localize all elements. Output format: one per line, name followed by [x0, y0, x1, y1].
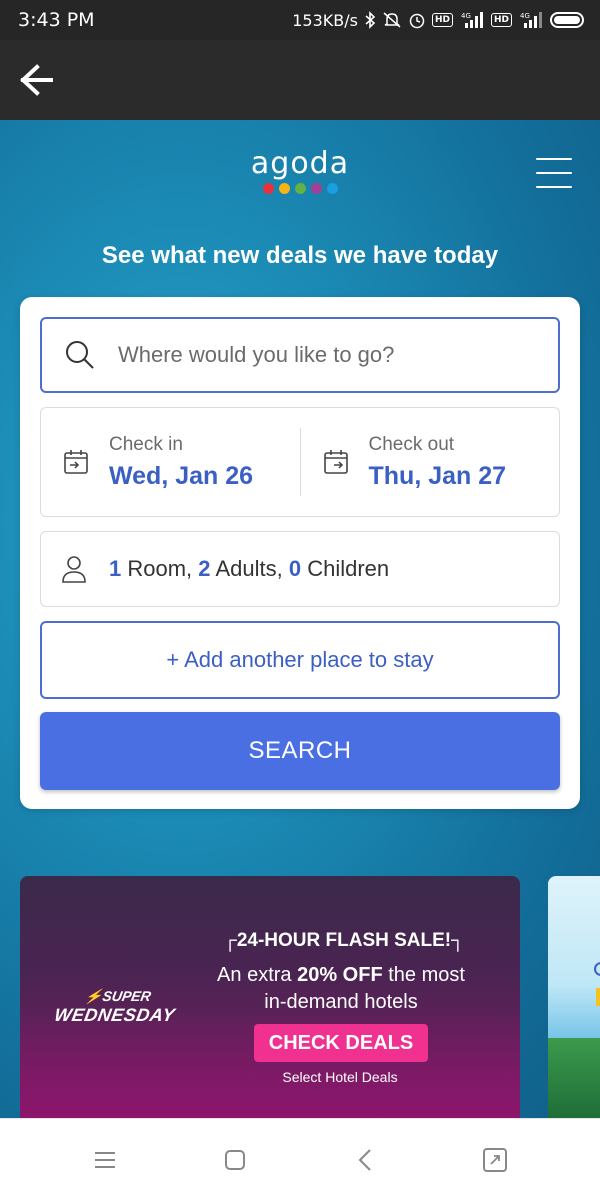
menu-lines-icon — [95, 1151, 115, 1168]
discount-text: 20% OFF — [297, 964, 383, 986]
rooms-label: Room, — [127, 556, 193, 581]
hamburger-menu-icon[interactable] — [536, 158, 572, 188]
search-card: Where would you like to go? Check in Wed… — [20, 297, 580, 809]
home-nav-button[interactable] — [205, 1130, 265, 1190]
hd-icon: HD — [431, 13, 453, 27]
arrow-left-icon — [20, 64, 53, 96]
system-nav-bar — [0, 1118, 600, 1200]
network-speed: 153KB/s — [292, 10, 358, 30]
check-out-label: Check out — [368, 433, 455, 455]
signal-4g-icon: 4G — [459, 11, 485, 29]
flash-sale-title: 24-HOUR FLASH SALE! — [236, 930, 452, 951]
adults-count: 2 — [198, 556, 211, 581]
flash-sale-headline: ┌24-HOUR FLASH SALE!┐ — [223, 930, 465, 951]
occupancy-selector[interactable]: 1 Room, 2 Adults, 0 Children — [40, 531, 560, 607]
description-part: An extra — [217, 964, 298, 986]
hd-icon: HD — [490, 13, 512, 27]
search-button[interactable]: SEARCH — [40, 712, 560, 790]
home-square-icon — [225, 1149, 245, 1170]
svg-text:4G: 4G — [520, 12, 530, 20]
agoda-logo[interactable]: agoda — [0, 146, 600, 194]
search-placeholder: Where would you like to go? — [118, 342, 395, 367]
occupancy-text: 1 Room, 2 Adults, 0 Children — [109, 556, 389, 582]
person-icon — [62, 556, 86, 583]
select-hotel-deals-text: Select Hotel Deals — [282, 1069, 398, 1085]
add-another-place-button[interactable]: + Add another place to stay — [40, 621, 560, 699]
back-nav-button[interactable] — [335, 1130, 395, 1190]
status-bar: 3:43 PM 153KB/s HD 4G HD 4G — [0, 0, 600, 40]
back-chevron-icon — [358, 1148, 371, 1171]
check-in-label: Check in — [109, 433, 183, 455]
dates-field: Check in Wed, Jan 26 Check out Thu, Jan … — [40, 407, 560, 517]
status-icons: 153KB/s HD 4G HD 4G — [292, 11, 584, 30]
signal-4g-icon: 4G — [518, 11, 544, 29]
adults-label: Adults, — [215, 556, 283, 581]
logo-dot — [278, 183, 290, 194]
logo-dot — [326, 183, 338, 194]
logo-dot — [294, 183, 306, 194]
hero-section: agoda See what new deals we have today W… — [0, 120, 600, 1118]
status-time: 3:43 PM — [18, 9, 95, 31]
bluetooth-icon — [364, 11, 376, 29]
app-bar — [0, 40, 600, 120]
back-button[interactable] — [4, 48, 68, 112]
recents-nav-button[interactable] — [465, 1130, 525, 1190]
alarm-icon — [408, 11, 426, 29]
flash-sale-description: An extra 20% OFF the most in-demand hote… — [196, 962, 486, 1016]
logo-text: agoda — [250, 146, 350, 181]
description-line2: in-demand hotels — [264, 991, 418, 1013]
menu-nav-button[interactable] — [75, 1130, 135, 1190]
calendar-check-in-icon — [64, 450, 88, 474]
logo-dot — [262, 183, 274, 194]
badge-line2: WEDNESDAY — [52, 1005, 177, 1025]
check-out-value: Thu, Jan 27 — [368, 461, 507, 490]
promo-graphic — [596, 988, 600, 1006]
search-icon — [66, 341, 94, 369]
check-in-value: Wed, Jan 26 — [109, 461, 254, 490]
description-part: the most — [382, 964, 465, 986]
mute-icon — [382, 11, 402, 29]
check-out-selector[interactable]: Check out Thu, Jan 27 — [301, 408, 560, 516]
check-in-selector[interactable]: Check in Wed, Jan 26 — [41, 408, 300, 516]
rooms-count: 1 — [109, 556, 122, 581]
flash-sale-banner[interactable]: ⚡SUPER WEDNESDAY ┌24-HOUR FLASH SALE!┐ A… — [20, 876, 520, 1118]
calendar-check-out-icon — [323, 450, 348, 474]
svg-text:4G: 4G — [461, 12, 471, 20]
check-deals-button[interactable]: CHECK DEALS — [254, 1024, 428, 1062]
logo-dots — [0, 183, 600, 194]
battery-icon — [550, 12, 584, 28]
tagline: See what new deals we have today — [101, 242, 499, 269]
location-pin-icon — [594, 962, 600, 976]
next-promo-banner[interactable] — [548, 876, 600, 1118]
badge-line1: SUPER — [101, 988, 153, 1004]
super-wednesday-badge: ⚡SUPER WEDNESDAY — [53, 988, 180, 1026]
children-count: 0 — [288, 556, 302, 581]
recents-icon — [483, 1147, 507, 1172]
children-label: Children — [307, 556, 390, 581]
logo-dot — [310, 183, 322, 194]
foliage-image — [548, 1038, 600, 1118]
destination-search-input[interactable]: Where would you like to go? — [40, 317, 560, 393]
